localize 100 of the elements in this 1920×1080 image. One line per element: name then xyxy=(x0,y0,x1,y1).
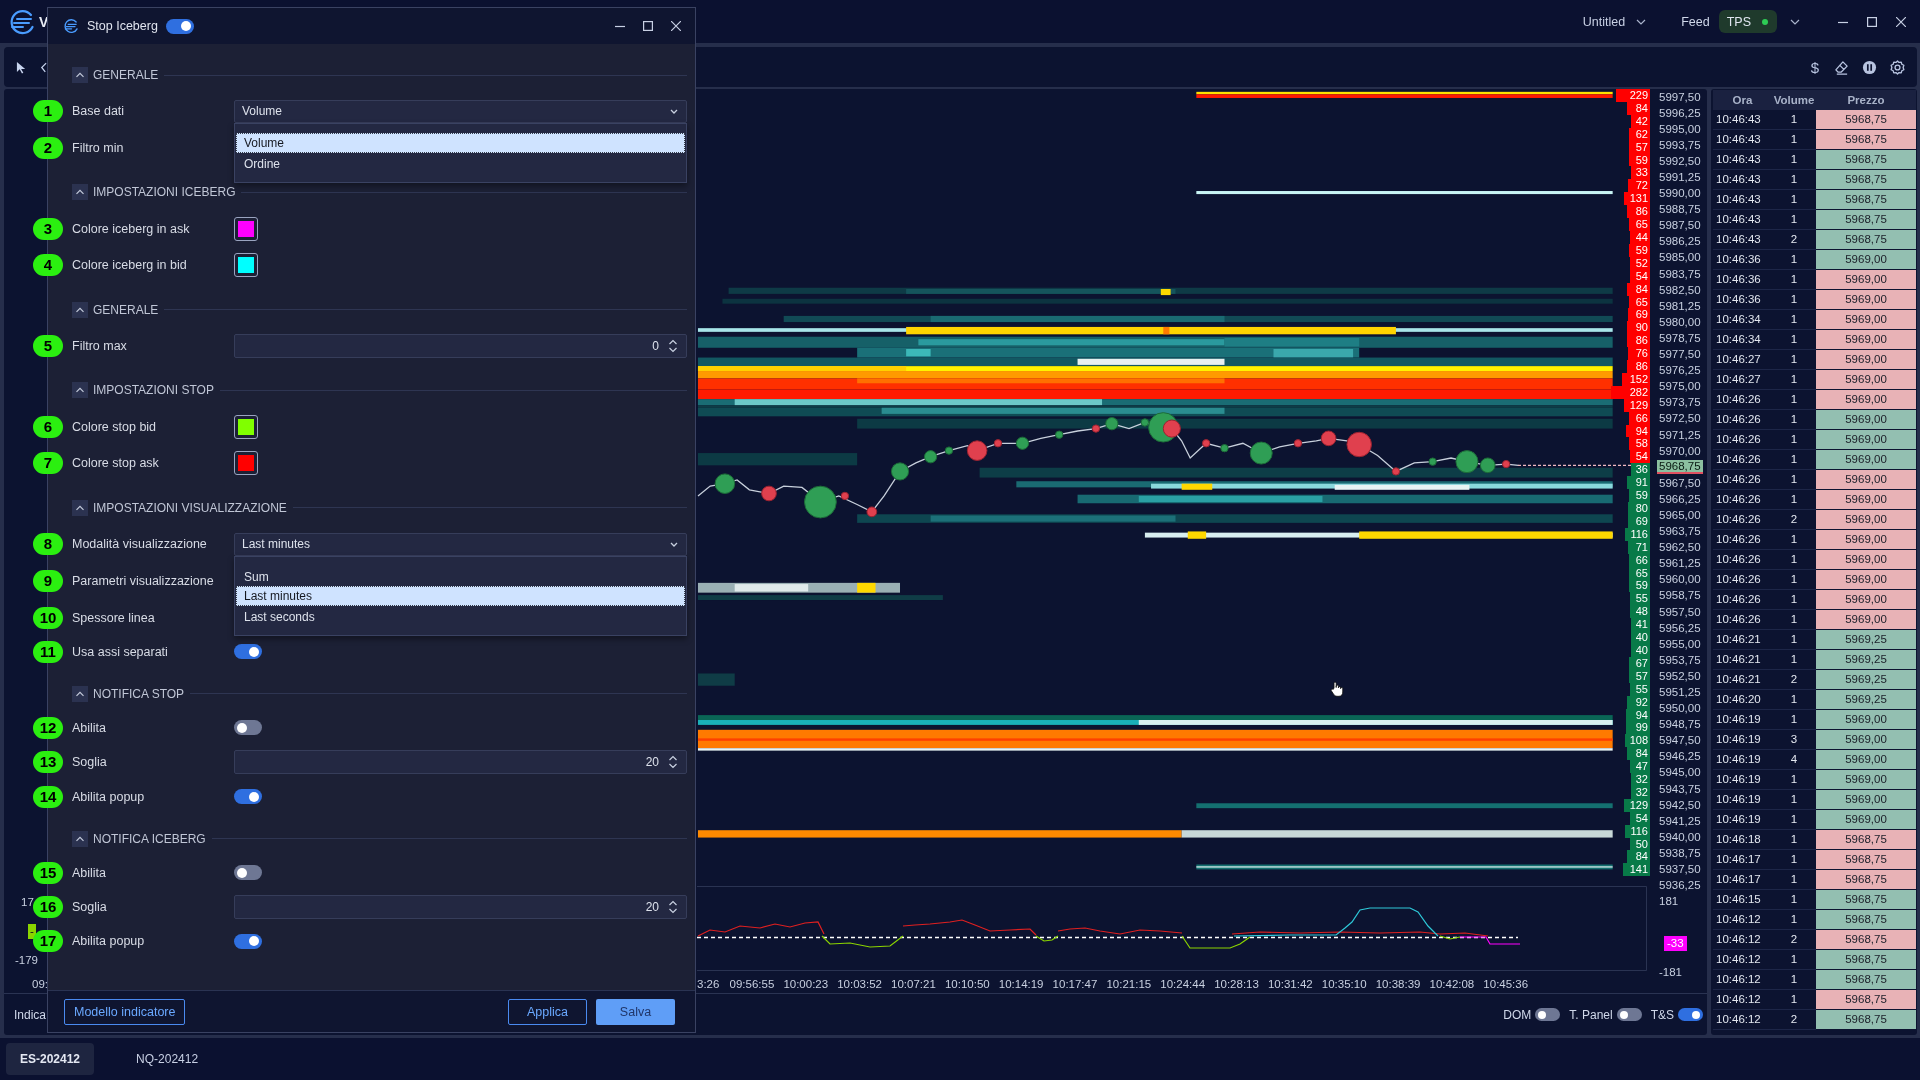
toggle-label: T&S xyxy=(1650,1007,1674,1022)
spinner-icon[interactable] xyxy=(668,754,678,771)
price-label: 5950,00 xyxy=(1658,702,1702,716)
volume-bar: 54 xyxy=(1629,450,1650,464)
trade-bubble xyxy=(804,485,837,519)
enable-toggle[interactable] xyxy=(165,18,194,34)
trade-bubble xyxy=(1455,450,1479,474)
toggle-switch[interactable] xyxy=(234,720,262,736)
number-field[interactable]: 20 xyxy=(234,750,687,775)
volume-bar: 40 xyxy=(1630,631,1650,644)
table-cell: 10:46:12 xyxy=(1713,970,1772,990)
price-cell: 5968,75 xyxy=(1816,870,1916,890)
tool-icon[interactable] xyxy=(40,61,47,73)
price-cell: 5968,75 xyxy=(1816,150,1916,170)
trade-bubble xyxy=(966,440,988,461)
table-cell: 10:46:26 xyxy=(1713,590,1772,610)
value-badge: - xyxy=(28,924,36,939)
caret-icon xyxy=(670,108,678,114)
caret-icon xyxy=(1636,18,1647,25)
collapse-icon[interactable] xyxy=(72,301,88,318)
table-cell: 10:46:26 xyxy=(1713,550,1772,570)
collapse-icon[interactable] xyxy=(72,830,88,847)
dropdown-option[interactable]: Ordine xyxy=(236,152,685,173)
step-badge: 15 xyxy=(33,861,63,884)
dropdown-option[interactable]: Last minutes xyxy=(236,585,685,606)
collapse-icon[interactable] xyxy=(72,685,88,702)
price-cell: 5969,00 xyxy=(1816,790,1916,810)
maximize-icon[interactable] xyxy=(1867,16,1877,27)
price-cell: 5969,00 xyxy=(1816,550,1916,570)
toggle-switch[interactable] xyxy=(234,933,262,949)
table-cell: 10:46:12 xyxy=(1713,990,1772,1010)
spinner-icon[interactable] xyxy=(668,338,678,355)
price-label: 5960,00 xyxy=(1658,573,1702,587)
close-icon[interactable] xyxy=(1896,16,1906,27)
table-cell: 10:46:26 xyxy=(1713,490,1772,510)
instrument-tab[interactable]: NQ-202412 xyxy=(122,1043,213,1075)
number-field[interactable]: 0 xyxy=(234,334,687,359)
field-label: Soglia xyxy=(72,755,108,770)
time-label: 10:10:50 xyxy=(943,977,991,990)
price-label: 5952,50 xyxy=(1658,669,1702,683)
layout-dropdown[interactable]: Untitled xyxy=(1582,14,1647,29)
feed-button[interactable]: TPS xyxy=(1718,10,1777,33)
toggle-switch[interactable] xyxy=(1616,1008,1642,1021)
volume-bar: 32 xyxy=(1631,773,1650,786)
collapse-icon[interactable] xyxy=(72,67,88,83)
time-label: 3:26 xyxy=(697,977,721,990)
table-cell: 10:46:21 xyxy=(1713,650,1772,670)
settings-icon[interactable] xyxy=(1890,59,1905,75)
dropdown-option[interactable]: Sum xyxy=(236,565,685,586)
table-cell: 10:46:19 xyxy=(1713,770,1772,790)
price-cell: 5968,75 xyxy=(1816,230,1916,250)
trade-bubble xyxy=(1293,439,1303,448)
apply-button[interactable]: Applica xyxy=(508,998,587,1025)
instrument-tab[interactable]: ES-202412 xyxy=(6,1043,95,1075)
time-label: 09:56:55 xyxy=(728,977,776,990)
eraser-icon[interactable] xyxy=(1834,59,1849,75)
price-cell: 5969,00 xyxy=(1816,250,1916,270)
table-cell: 10:46:12 xyxy=(1713,910,1772,930)
toggle-switch[interactable] xyxy=(1535,1008,1561,1021)
table-cell: 10:46:21 xyxy=(1713,670,1772,690)
select-field[interactable]: Last minutes xyxy=(234,532,687,556)
spinner-icon[interactable] xyxy=(668,898,678,915)
pause-icon[interactable] xyxy=(1862,59,1877,75)
toggle-switch[interactable] xyxy=(234,865,262,881)
select-field[interactable]: Volume xyxy=(234,99,687,123)
price-label: 5981,25 xyxy=(1658,299,1702,313)
price-label: 5991,25 xyxy=(1658,171,1702,184)
price-label: 5966,25 xyxy=(1658,492,1702,506)
table-cell: 10:46:12 xyxy=(1713,950,1772,970)
save-button[interactable]: Salva xyxy=(596,998,675,1025)
toggle-switch[interactable] xyxy=(1678,1008,1703,1021)
indicators-label[interactable]: Indica xyxy=(14,1007,47,1022)
toggle-switch[interactable] xyxy=(234,789,262,805)
caret-icon[interactable] xyxy=(1790,18,1800,25)
collapse-icon[interactable] xyxy=(72,499,88,516)
trade-bubble xyxy=(1105,417,1119,431)
cursor-icon[interactable] xyxy=(16,60,27,74)
collapse-icon[interactable] xyxy=(72,184,88,201)
toggle-switch[interactable] xyxy=(234,644,262,660)
currency-button[interactable]: $ xyxy=(1809,58,1821,76)
price-cell: 5968,75 xyxy=(1816,830,1916,850)
field-label: Abilita popup xyxy=(72,789,146,804)
dialog-title: Stop Iceberg xyxy=(87,19,158,33)
price-label: 5971,25 xyxy=(1658,428,1702,442)
axis-label: -181 xyxy=(1659,966,1683,979)
maximize-icon[interactable] xyxy=(643,21,653,31)
dropdown-option[interactable]: Last seconds xyxy=(236,605,685,626)
collapse-icon[interactable] xyxy=(72,382,88,399)
template-button[interactable]: Modello indicatore xyxy=(64,998,186,1025)
number-field[interactable]: 20 xyxy=(234,894,687,919)
price-label: 5995,00 xyxy=(1658,122,1702,136)
close-icon[interactable] xyxy=(671,21,681,31)
price-label: 5988,75 xyxy=(1658,203,1702,217)
price-label: 5942,50 xyxy=(1658,798,1702,812)
dropdown-option[interactable]: Volume xyxy=(236,132,685,153)
time-label: 10:24:44 xyxy=(1159,977,1207,990)
trade-bubble xyxy=(1055,430,1064,439)
table-cell: 10:46:26 xyxy=(1713,530,1772,550)
step-badge: 5 xyxy=(33,335,63,358)
step-badge: 13 xyxy=(33,751,63,774)
